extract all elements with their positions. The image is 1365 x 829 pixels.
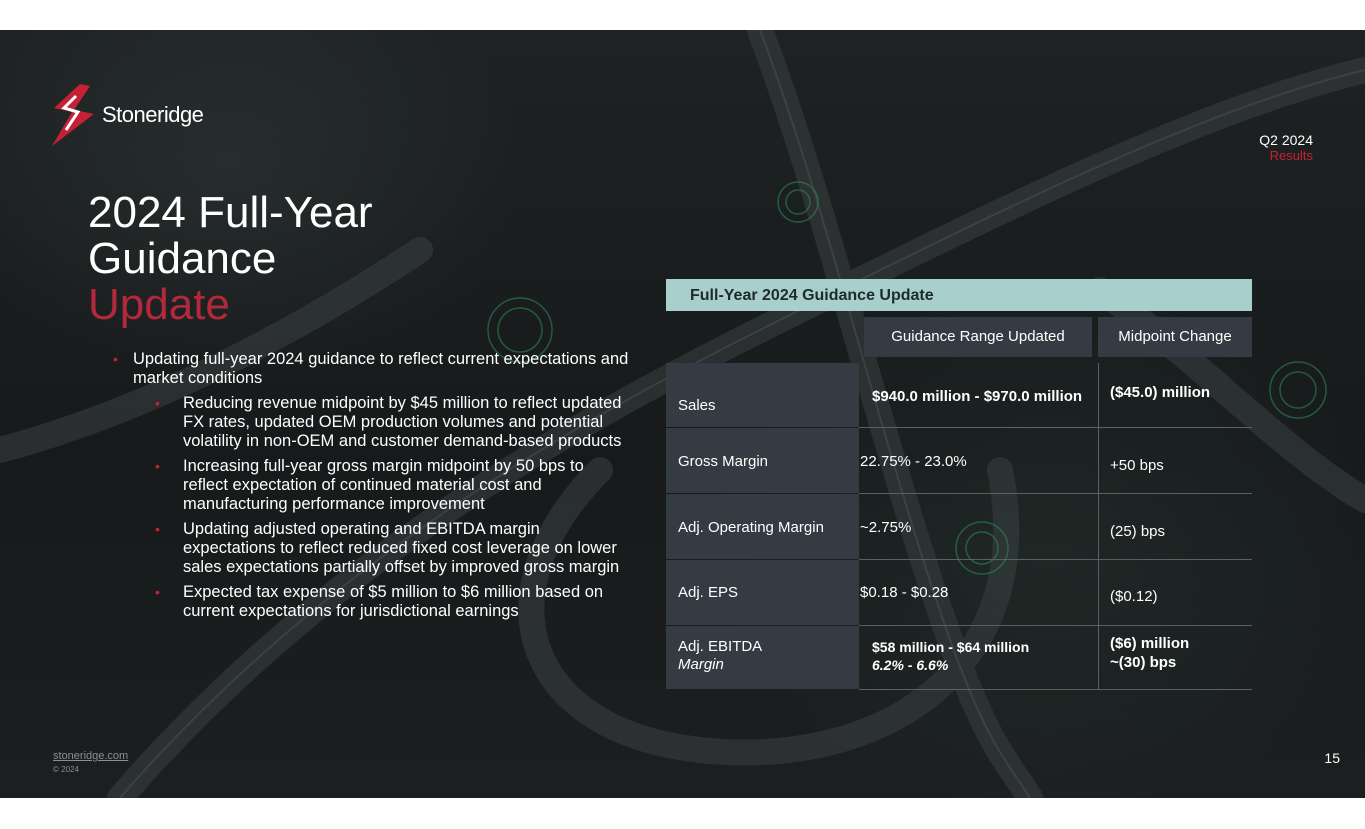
bullet-dot-icon: •: [155, 521, 160, 537]
row-divider: [859, 427, 1252, 428]
bullet-sub-text: Increasing full-year gross margin midpoi…: [183, 457, 584, 513]
row-label-gross-margin: Gross Margin: [666, 428, 859, 493]
report-quarter: Q2 2024: [1259, 132, 1313, 148]
bullet-sub: • Increasing full-year gross margin midp…: [113, 457, 633, 514]
title-line-1: 2024 Full-Year: [88, 188, 373, 237]
row-divider: [859, 559, 1252, 560]
bullet-main-text: Updating full-year 2024 guidance to refl…: [133, 350, 629, 387]
cell-sales-range: $940.0 million - $970.0 million: [872, 388, 1083, 405]
bullet-sub-text: Updating adjusted operating and EBITDA m…: [183, 520, 620, 576]
bullet-dot-icon: •: [155, 458, 160, 474]
row-divider: [859, 493, 1252, 494]
cell-operating-margin-change: (25) bps: [1110, 523, 1166, 540]
row-label-ebitda-main: Adj. EBITDA: [678, 638, 763, 655]
report-period: Q2 2024 Results: [1259, 132, 1313, 164]
copyright: © 2024: [53, 765, 79, 774]
column-header-change: Midpoint Change: [1098, 317, 1252, 357]
row-label-ebitda: Adj. EBITDA Margin: [666, 626, 859, 689]
table-title: Full-Year 2024 Guidance Update: [666, 279, 1252, 311]
page-number: 15: [1324, 750, 1340, 766]
row-label-eps: Adj. EPS: [666, 560, 859, 625]
slide-title: 2024 Full-Year Guidance Update: [88, 190, 373, 328]
row-divider: [859, 689, 1252, 690]
column-divider: [1098, 363, 1099, 689]
slide: Stoneridge Q2 2024 Results 2024 Full-Yea…: [0, 30, 1365, 798]
cell-eps-change: ($0.12): [1110, 588, 1158, 605]
cell-ebitda-range: $58 million - $64 million 6.2% - 6.6%: [872, 638, 1029, 674]
bullet-main: • Updating full-year 2024 guidance to re…: [113, 350, 633, 388]
cell-ebitda-range-sub: 6.2% - 6.6%: [872, 657, 949, 673]
column-header-range: Guidance Range Updated: [864, 317, 1092, 357]
title-line-3: Update: [88, 280, 230, 329]
stoneridge-logo: Stoneridge: [50, 82, 204, 148]
cell-ebitda-change: ($6) million ~(30) bps: [1110, 634, 1189, 672]
bullet-sub: • Expected tax expense of $5 million to …: [113, 583, 633, 621]
bullet-list: • Updating full-year 2024 guidance to re…: [113, 350, 633, 621]
brand-name: Stoneridge: [102, 102, 204, 127]
bullet-sub-text: Reducing revenue midpoint by $45 million…: [183, 394, 622, 450]
cell-gross-margin-range: 22.75% - 23.0%: [860, 453, 967, 470]
bullet-sub: • Updating adjusted operating and EBITDA…: [113, 520, 633, 577]
cell-ebitda-change-sub: ~(30) bps: [1110, 654, 1177, 671]
cell-ebitda-change-main: ($6) million: [1110, 635, 1190, 652]
bullet-dot-icon: •: [155, 395, 160, 411]
row-divider: [859, 625, 1252, 626]
bullet-dot-icon: •: [113, 351, 118, 367]
stoneridge-s-icon: [52, 84, 94, 146]
row-label-operating-margin: Adj. Operating Margin: [666, 494, 859, 559]
cell-operating-margin-range: ~2.75%: [860, 519, 912, 536]
bullet-sub-text: Expected tax expense of $5 million to $6…: [183, 583, 604, 620]
report-type: Results: [1269, 148, 1313, 163]
row-label-sales: Sales: [666, 363, 859, 427]
cell-ebitda-range-main: $58 million - $64 million: [872, 639, 1030, 655]
website-link[interactable]: stoneridge.com: [53, 750, 128, 762]
cell-eps-range: $0.18 - $0.28: [860, 584, 949, 601]
title-line-2: Guidance: [88, 234, 277, 283]
bullet-sub: • Reducing revenue midpoint by $45 milli…: [113, 394, 633, 451]
bullet-dot-icon: •: [155, 584, 160, 600]
row-label-ebitda-sub: Margin: [678, 656, 724, 673]
cell-sales-change: ($45.0) million: [1110, 384, 1211, 401]
cell-gross-margin-change: +50 bps: [1110, 457, 1164, 474]
